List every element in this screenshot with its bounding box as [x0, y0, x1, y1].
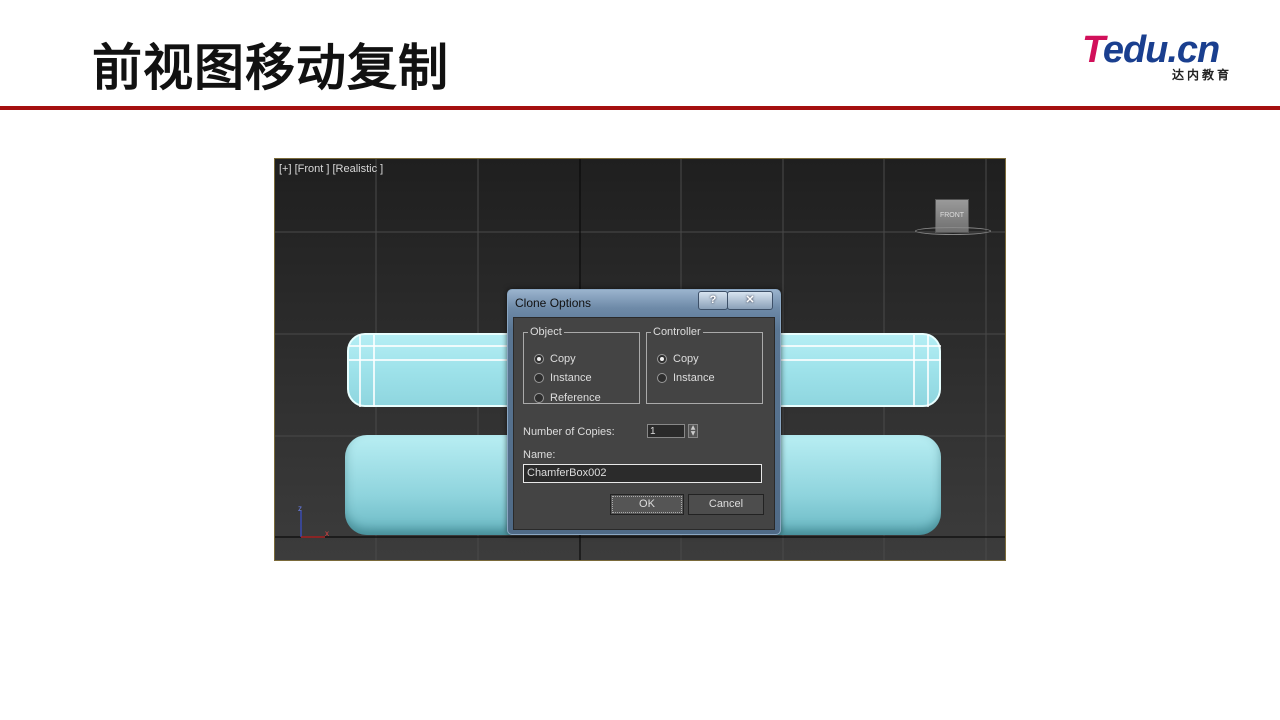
radio-icon: [534, 373, 544, 383]
help-button[interactable]: ?: [698, 291, 728, 310]
slide-title: 前视图移动复制: [92, 39, 449, 97]
header-divider: [0, 106, 1280, 110]
radio-selected-icon: [657, 354, 667, 364]
radio-label: Instance: [550, 372, 592, 384]
axis-z-label: z: [298, 504, 302, 513]
axis-x-label: x: [325, 529, 329, 538]
axis-gizmo: z x: [298, 504, 329, 538]
copies-label: Number of Copies:: [523, 426, 615, 438]
controller-group-legend: Controller: [653, 326, 701, 338]
radio-selected-icon: [534, 354, 544, 364]
logo-wordmark-rest: edu.cn: [1102, 29, 1220, 71]
object-reference-radio[interactable]: Reference: [534, 392, 601, 404]
logo-accent-letter: T: [1082, 29, 1104, 71]
logo-wordmark: Tedu.cn: [1082, 29, 1220, 71]
name-label: Name:: [523, 449, 556, 461]
radio-icon: [657, 373, 667, 383]
close-button[interactable]: ✕: [727, 291, 773, 310]
tedu-logo: Tedu.cn 达内教育: [1082, 30, 1234, 82]
ok-button[interactable]: OK: [610, 494, 684, 515]
controller-instance-radio[interactable]: Instance: [657, 372, 715, 384]
controller-copy-radio[interactable]: Copy: [657, 353, 699, 365]
controller-group: Controller: [646, 326, 763, 404]
radio-label: Instance: [673, 372, 715, 384]
clone-options-dialog[interactable]: Clone Options ? ✕ Object Copy Instance R…: [507, 289, 781, 535]
object-instance-radio[interactable]: Instance: [534, 372, 592, 384]
object-group-legend: Object: [530, 326, 562, 338]
viewcube-ring[interactable]: [915, 227, 991, 235]
cancel-button[interactable]: Cancel: [688, 494, 764, 515]
logo-subtitle: 达内教育: [1171, 68, 1232, 82]
name-input[interactable]: ChamferBox002: [523, 464, 762, 483]
radio-label: Copy: [550, 353, 576, 365]
radio-label: Reference: [550, 392, 601, 404]
copies-input[interactable]: 1: [647, 424, 685, 438]
copies-spinner-arrows[interactable]: ▲ ▼: [688, 424, 698, 438]
viewport-label[interactable]: [+] [Front ] [Realistic ]: [279, 163, 383, 175]
front-viewport[interactable]: [+] [Front ] [Realistic ] FRONT z x Clon…: [274, 158, 1006, 561]
dialog-title: Clone Options: [515, 296, 592, 310]
dialog-body: Object Copy Instance Reference Controlle…: [513, 317, 775, 530]
radio-icon: [534, 393, 544, 403]
object-copy-radio[interactable]: Copy: [534, 353, 576, 365]
radio-label: Copy: [673, 353, 699, 365]
